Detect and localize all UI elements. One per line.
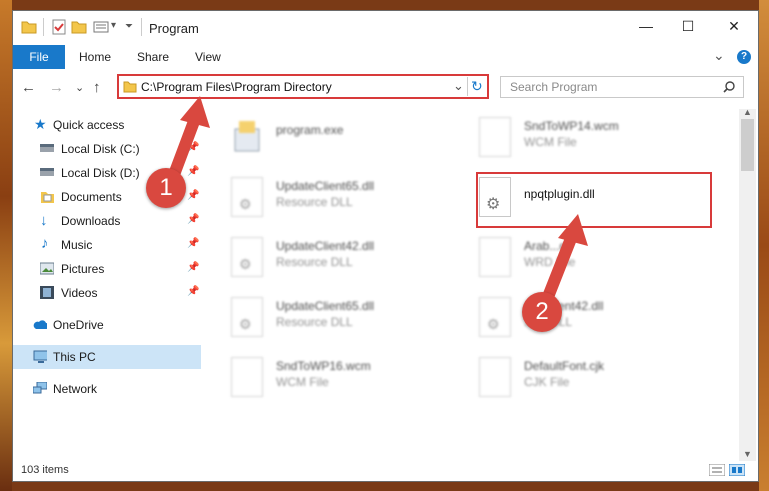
- step-1-badge: 1: [146, 168, 186, 208]
- step-2-badge: 2: [522, 292, 562, 332]
- annotation-arrows: [166, 96, 588, 308]
